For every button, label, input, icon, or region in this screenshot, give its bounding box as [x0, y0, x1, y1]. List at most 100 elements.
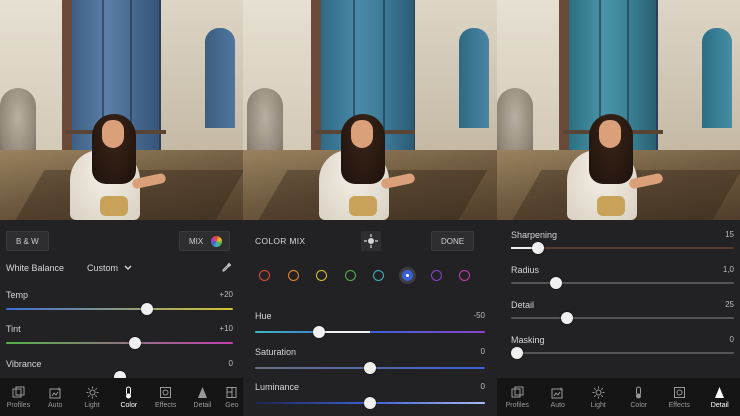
- light-color-panel: B & W MIX White Balance Custom Temp +20 …: [0, 0, 243, 416]
- luminance-slider[interactable]: Luminance 0: [255, 382, 485, 409]
- hue-slider[interactable]: Hue -50: [255, 311, 485, 338]
- tint-thumb[interactable]: [129, 337, 142, 349]
- tab-label: Profiles: [6, 401, 31, 409]
- luminance-thumb[interactable]: [364, 397, 376, 409]
- radius-thumb[interactable]: [549, 277, 562, 289]
- masking-slider[interactable]: Masking 0: [511, 335, 734, 359]
- sharpening-value: 15: [725, 230, 734, 239]
- geometry-icon: [226, 386, 237, 398]
- tab-label: Effects: [668, 401, 690, 409]
- luminance-value: 0: [480, 382, 485, 391]
- detail-track[interactable]: [511, 317, 734, 319]
- tab-effects[interactable]: Effects: [147, 378, 184, 416]
- color-swatch[interactable]: [430, 270, 442, 281]
- masking-track[interactable]: [511, 352, 734, 354]
- color-wheel-icon: [211, 236, 223, 247]
- tab-geometry[interactable]: Geo: [221, 378, 243, 416]
- sharpening-label: Sharpening: [511, 230, 558, 240]
- eyedropper-icon[interactable]: [221, 262, 232, 273]
- photo-preview: [497, 0, 740, 220]
- sharpening-thumb[interactable]: [531, 242, 544, 254]
- tab-label: Light: [84, 401, 100, 409]
- detail-icon: [197, 386, 207, 398]
- sharpening-slider[interactable]: Sharpening 15: [511, 230, 734, 254]
- tab-effects[interactable]: Effects: [659, 378, 700, 416]
- masking-thumb[interactable]: [511, 347, 523, 359]
- tab-detail[interactable]: Detail: [700, 378, 740, 416]
- tab-auto[interactable]: Auto: [37, 378, 74, 416]
- tab-label: Profiles: [505, 401, 529, 409]
- color-icon: [636, 386, 642, 398]
- tab-profiles[interactable]: Profiles: [497, 378, 538, 416]
- tint-label: Tint: [6, 324, 21, 334]
- hue-thumb[interactable]: [313, 326, 326, 338]
- detail-slider[interactable]: Detail 25: [511, 300, 734, 324]
- mix-button[interactable]: MIX: [179, 231, 231, 251]
- tab-label: Color: [630, 401, 648, 409]
- saturation-thumb[interactable]: [364, 362, 376, 374]
- light-icon: [86, 386, 99, 398]
- detail-panel: Sharpening 15 Radius 1,0 Detail 25 Maski…: [497, 0, 740, 416]
- auto-icon: [551, 386, 564, 398]
- tab-color[interactable]: Color: [110, 378, 147, 416]
- white-balance-value: Custom: [87, 263, 119, 273]
- color-swatch[interactable]: [344, 270, 356, 281]
- tab-label: Geo: [225, 401, 239, 409]
- tab-light[interactable]: Light: [74, 378, 111, 416]
- detail-adjust-panel: Sharpening 15 Radius 1,0 Detail 25 Maski…: [497, 220, 740, 378]
- tab-light[interactable]: Light: [578, 378, 619, 416]
- radius-track[interactable]: [511, 282, 734, 284]
- tab-label: Auto: [48, 401, 63, 409]
- radius-value: 1,0: [722, 265, 734, 274]
- auto-icon: [49, 386, 61, 398]
- profiles-icon: [511, 386, 524, 397]
- hue-value: -50: [473, 311, 485, 320]
- effects-icon: [160, 386, 172, 398]
- vibrance-label: Vibrance: [6, 359, 42, 369]
- radius-label: Radius: [511, 265, 540, 275]
- done-button[interactable]: DONE: [431, 231, 475, 251]
- profiles-icon: [12, 386, 25, 397]
- hue-track[interactable]: [255, 331, 485, 333]
- sharpening-track[interactable]: [511, 247, 734, 249]
- tab-profiles[interactable]: Profiles: [0, 378, 37, 416]
- detail-label: Detail: [511, 300, 535, 310]
- color-swatch[interactable]: [402, 270, 413, 281]
- tab-label: Auto: [550, 401, 565, 409]
- color-swatch[interactable]: [287, 270, 299, 281]
- mix-label: MIX: [189, 237, 204, 246]
- tool-tabbar: Profiles Auto Light Color Effects Detail…: [0, 378, 243, 416]
- tab-color[interactable]: Color: [619, 378, 660, 416]
- temp-track[interactable]: [6, 308, 233, 310]
- white-balance-row[interactable]: White Balance Custom: [6, 262, 233, 273]
- tint-track[interactable]: [6, 342, 233, 344]
- tab-label: Light: [590, 401, 606, 409]
- saturation-slider[interactable]: Saturation 0: [255, 347, 485, 374]
- light-icon: [592, 386, 605, 398]
- temp-slider[interactable]: Temp +20: [6, 290, 233, 315]
- color-adjust-panel: B & W MIX White Balance Custom Temp +20 …: [0, 220, 243, 383]
- tab-auto[interactable]: Auto: [538, 378, 579, 416]
- target-adjust-icon[interactable]: [361, 231, 381, 251]
- vibrance-slider[interactable]: Vibrance 0: [6, 359, 233, 383]
- color-swatch[interactable]: [373, 270, 385, 281]
- color-swatch[interactable]: [316, 270, 328, 281]
- white-balance-select[interactable]: Custom: [87, 263, 132, 273]
- color-swatch[interactable]: [259, 270, 270, 281]
- color-swatch[interactable]: [459, 270, 471, 281]
- color-mix-panel: COLOR MIX DONE Hue -50 Saturation 0 Lumi…: [243, 0, 497, 416]
- tint-slider[interactable]: Tint +10: [6, 324, 233, 349]
- radius-slider[interactable]: Radius 1,0: [511, 265, 734, 289]
- detail-value: 25: [725, 300, 734, 309]
- saturation-label: Saturation: [255, 347, 297, 357]
- bw-button[interactable]: B & W: [6, 231, 49, 251]
- chevron-down-icon: [124, 265, 132, 270]
- selected-dot: [406, 274, 409, 277]
- temp-thumb[interactable]: [140, 303, 153, 315]
- color-mix-adjust-panel: COLOR MIX DONE Hue -50 Saturation 0: [243, 220, 497, 378]
- detail-icon: [715, 386, 725, 398]
- tab-detail[interactable]: Detail: [184, 378, 221, 416]
- photo-preview: [0, 0, 243, 220]
- detail-thumb[interactable]: [560, 312, 573, 324]
- hue-label: Hue: [255, 311, 272, 321]
